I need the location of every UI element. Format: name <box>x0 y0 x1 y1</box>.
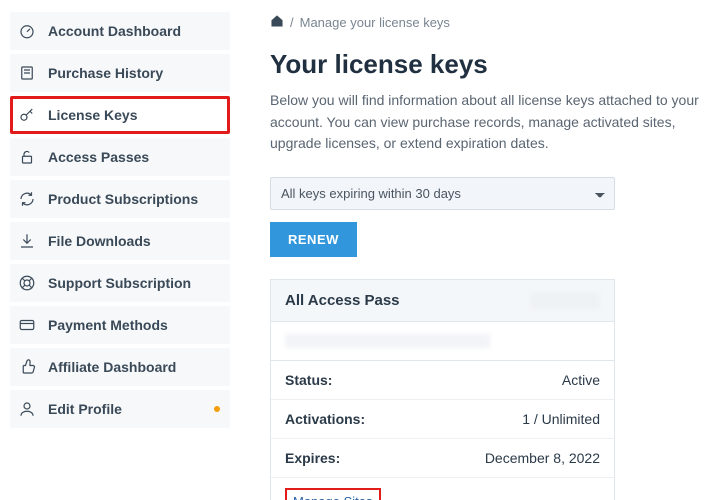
expires-label: Expires: <box>285 450 340 466</box>
sidebar-item-label: Payment Methods <box>48 317 222 333</box>
page-title: Your license keys <box>270 49 708 80</box>
redacted-value <box>285 334 490 348</box>
receipt-icon <box>18 64 36 82</box>
sidebar-item-affiliate-dashboard[interactable]: Affiliate Dashboard <box>10 348 230 386</box>
sidebar-item-label: Access Passes <box>48 149 222 165</box>
sidebar-item-access-passes[interactable]: Access Passes <box>10 138 230 176</box>
sidebar-item-label: File Downloads <box>48 233 222 249</box>
license-card-header: All Access Pass <box>271 280 614 322</box>
notification-dot-icon <box>214 406 220 412</box>
key-icon <box>18 106 36 124</box>
sidebar-item-label: Product Subscriptions <box>48 191 222 207</box>
breadcrumb: / Manage your license keys <box>270 14 708 31</box>
sidebar-item-label: Edit Profile <box>48 401 222 417</box>
filter-select[interactable]: All keys expiring within 30 days <box>270 177 615 210</box>
sidebar-item-label: Support Subscription <box>48 275 222 291</box>
redacted-value <box>530 293 600 309</box>
manage-sites-link[interactable]: Manage Sites <box>285 488 381 500</box>
expires-value: December 8, 2022 <box>485 450 600 466</box>
license-card: All Access Pass Status: Active Activatio… <box>270 279 615 500</box>
sidebar-item-support-subscription[interactable]: Support Subscription <box>10 264 230 302</box>
sidebar-item-purchase-history[interactable]: Purchase History <box>10 54 230 92</box>
license-key-row <box>271 322 614 361</box>
breadcrumb-separator: / <box>290 15 294 30</box>
status-label: Status: <box>285 372 332 388</box>
sidebar-item-label: Purchase History <box>48 65 222 81</box>
license-expires-row: Expires: December 8, 2022 <box>271 439 614 478</box>
sidebar-item-label: License Keys <box>48 107 222 123</box>
gauge-icon <box>18 22 36 40</box>
lock-open-icon <box>18 148 36 166</box>
user-icon <box>18 400 36 418</box>
sidebar: Account Dashboard Purchase History Licen… <box>0 0 240 500</box>
sidebar-item-payment-methods[interactable]: Payment Methods <box>10 306 230 344</box>
credit-card-icon <box>18 316 36 334</box>
breadcrumb-current: Manage your license keys <box>300 15 450 30</box>
license-title: All Access Pass <box>285 292 400 309</box>
sidebar-item-account-dashboard[interactable]: Account Dashboard <box>10 12 230 50</box>
license-activations-row: Activations: 1 / Unlimited <box>271 400 614 439</box>
license-status-row: Status: Active <box>271 361 614 400</box>
sidebar-item-label: Affiliate Dashboard <box>48 359 222 375</box>
sidebar-item-label: Account Dashboard <box>48 23 222 39</box>
lifebuoy-icon <box>18 274 36 292</box>
download-icon <box>18 232 36 250</box>
activations-value: 1 / Unlimited <box>522 411 600 427</box>
sidebar-item-product-subscriptions[interactable]: Product Subscriptions <box>10 180 230 218</box>
thumbs-up-icon <box>18 358 36 376</box>
sidebar-item-file-downloads[interactable]: File Downloads <box>10 222 230 260</box>
refresh-icon <box>18 190 36 208</box>
renew-button[interactable]: RENEW <box>270 222 357 257</box>
page-description: Below you will find information about al… <box>270 90 708 155</box>
home-icon[interactable] <box>270 14 284 31</box>
sidebar-item-license-keys[interactable]: License Keys <box>10 96 230 134</box>
status-value: Active <box>562 372 600 388</box>
license-footer: Manage Sites <box>271 478 614 500</box>
activations-label: Activations: <box>285 411 365 427</box>
sidebar-item-edit-profile[interactable]: Edit Profile <box>10 390 230 428</box>
main-content: / Manage your license keys Your license … <box>240 0 708 500</box>
